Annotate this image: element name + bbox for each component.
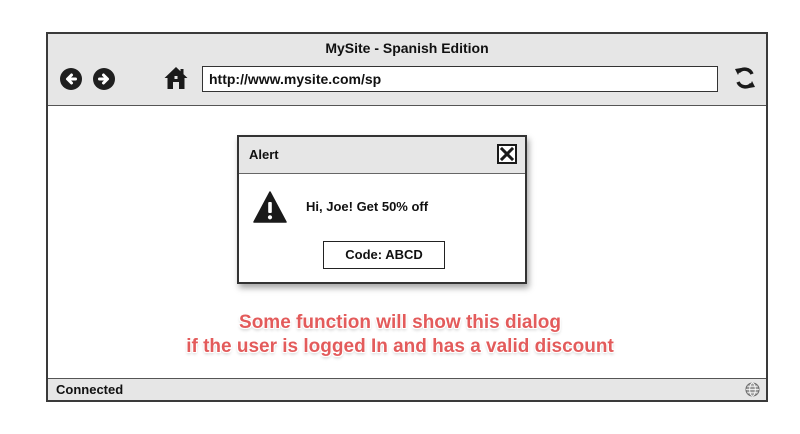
status-text: Connected	[56, 382, 124, 397]
forward-button[interactable]	[93, 68, 115, 90]
browser-toolbar: MySite - Spanish Edition	[48, 34, 766, 106]
status-bar: Connected	[48, 378, 766, 400]
url-input[interactable]	[202, 66, 718, 92]
arrow-left-circle-icon	[66, 73, 77, 85]
close-button[interactable]	[497, 144, 517, 164]
alert-message: Hi, Joe! Get 50% off	[306, 199, 429, 214]
close-icon	[497, 144, 517, 164]
home-icon	[164, 67, 188, 89]
warning-icon	[253, 191, 287, 223]
back-button[interactable]	[60, 68, 82, 90]
alert-dialog: Alert Hi, Joe! Get 50% off Code: ABCD	[237, 135, 527, 284]
refresh-icon	[735, 67, 755, 89]
globe-icon	[745, 382, 760, 397]
dialog-title: Alert	[249, 147, 279, 162]
window-title: MySite - Spanish Edition	[325, 40, 489, 56]
discount-code-button[interactable]: Code: ABCD	[323, 241, 445, 269]
dialog-header: Alert	[239, 137, 525, 174]
home-button[interactable]	[163, 65, 189, 91]
arrow-right-circle-icon	[98, 73, 109, 85]
refresh-button[interactable]	[732, 65, 758, 91]
browser-window: MySite - Spanish Edition http://www.mysi…	[46, 32, 768, 402]
